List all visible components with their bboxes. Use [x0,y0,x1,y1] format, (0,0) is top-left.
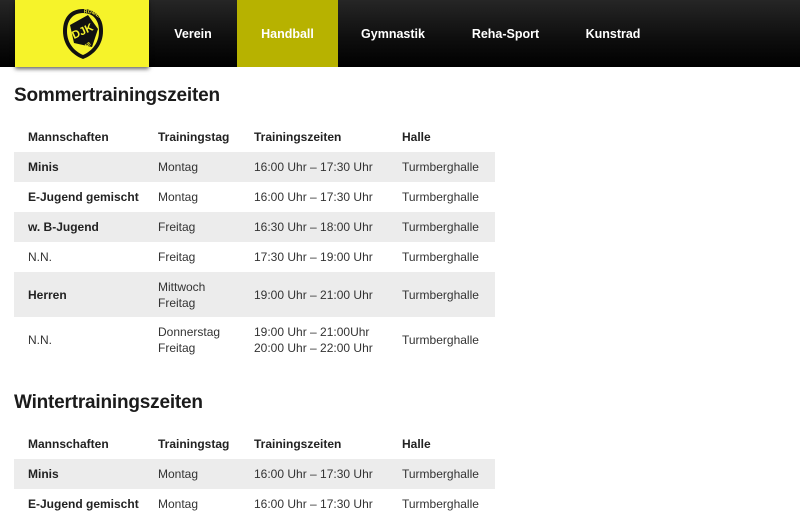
team-cell: N.N. [28,332,52,347]
top-navigation-bar: DJK RÖMERBACH 1958 Verein Handball Gymna… [0,0,800,67]
summer-schedule-table: Mannschaften Trainingstag Trainingszeite… [14,122,495,362]
team-cell: E-Jugend gemischt [28,497,139,511]
table-row: N.N. Freitag 17:30 Uhr – 19:00 Uhr Turmb… [14,242,495,272]
day-line: Mittwoch [158,279,206,294]
column-header-day: Trainingstag [158,437,230,451]
day-cell: Montag [144,459,240,489]
nav-item-label: Reha-Sport [471,26,540,41]
time-line: 20:00 Uhr – 22:00 Uhr [254,340,373,355]
table-row: w. B-Jugend Freitag 16:30 Uhr – 18:00 Uh… [14,212,495,242]
hall-cell: Turmberghalle [402,332,479,347]
hall-cell: Turmberghalle [388,459,495,489]
nav-item-label: Gymnastik [361,26,425,41]
day-cell: Montag [144,152,240,182]
day-line: Donnerstag [158,324,221,339]
table-row: E-Jugend gemischt Montag 16:00 Uhr – 17:… [14,489,495,519]
column-header-day: Trainingstag [158,130,230,144]
nav-item-handball[interactable]: Handball [237,0,338,67]
hall-cell: Turmberghalle [388,212,495,242]
time-cell: 19:00 Uhr – 21:00 Uhr [240,272,388,317]
time-cell: 16:00 Uhr – 17:30 Uhr [254,190,373,204]
day-cell: Montag [158,190,199,204]
time-cell: 16:00 Uhr – 17:30 Uhr [240,459,388,489]
winter-section-title: Wintertrainingszeiten [14,392,203,413]
table-header-row: Mannschaften Trainingstag Trainingszeite… [14,429,495,459]
day-cell: Freitag [158,250,196,264]
table-row: N.N. Donnerstag Freitag 19:00 Uhr – 21:0… [14,317,495,362]
time-cell: 16:00 Uhr – 17:30 Uhr [240,152,388,182]
column-header-time: Trainingszeiten [254,437,342,451]
column-header-hall: Halle [402,130,431,144]
time-cell: 16:00 Uhr – 17:30 Uhr [254,497,373,511]
column-header-hall: Halle [402,437,431,451]
team-cell: w. B-Jugend [14,212,144,242]
team-cell: E-Jugend gemischt [28,190,139,204]
team-cell: Minis [14,152,144,182]
day-line: Freitag [158,295,196,310]
nav-item-verein[interactable]: Verein [149,0,237,67]
hall-cell: Turmberghalle [388,152,495,182]
column-header-team: Mannschaften [28,437,109,451]
team-cell: Minis [14,459,144,489]
time-cell: 19:00 Uhr – 21:00Uhr 20:00 Uhr – 22:00 U… [240,317,388,362]
winter-schedule-table: Mannschaften Trainingstag Trainingszeite… [14,429,495,519]
hall-cell: Turmberghalle [402,190,479,204]
nav-item-label: Kunstrad [585,26,641,41]
summer-section-title: Sommertrainingszeiten [14,85,220,106]
nav-item-kunstrad[interactable]: Kunstrad [563,0,663,67]
table-row: Herren Mittwoch Freitag 19:00 Uhr – 21:0… [14,272,495,317]
column-header-time: Trainingszeiten [254,130,342,144]
nav-item-reha-sport[interactable]: Reha-Sport [448,0,563,67]
table-row: E-Jugend gemischt Montag 16:00 Uhr – 17:… [14,182,495,212]
day-cell: Donnerstag Freitag [144,317,240,362]
table-row: Minis Montag 16:00 Uhr – 17:30 Uhr Turmb… [14,459,495,489]
nav-item-label: Handball [261,26,314,41]
site-logo[interactable]: DJK RÖMERBACH 1958 [15,0,149,67]
team-cell: Herren [14,272,144,317]
nav-item-gymnastik[interactable]: Gymnastik [338,0,448,67]
hall-cell: Turmberghalle [388,272,495,317]
time-line: 19:00 Uhr – 21:00Uhr [254,324,370,339]
day-cell: Mittwoch Freitag [144,272,240,317]
time-cell: 16:30 Uhr – 18:00 Uhr [240,212,388,242]
day-cell: Montag [158,497,199,511]
day-cell: Freitag [144,212,240,242]
time-cell: 17:30 Uhr – 19:00 Uhr [254,250,373,264]
table-row: Minis Montag 16:00 Uhr – 17:30 Uhr Turmb… [14,152,495,182]
club-crest-icon: DJK RÖMERBACH 1958 [63,8,108,59]
column-header-team: Mannschaften [28,130,109,144]
table-header-row: Mannschaften Trainingstag Trainingszeite… [14,122,495,152]
hall-cell: Turmberghalle [402,497,479,511]
nav-item-label: Verein [174,26,212,41]
team-cell: N.N. [28,250,52,264]
hall-cell: Turmberghalle [402,250,479,264]
day-line: Freitag [158,340,196,355]
